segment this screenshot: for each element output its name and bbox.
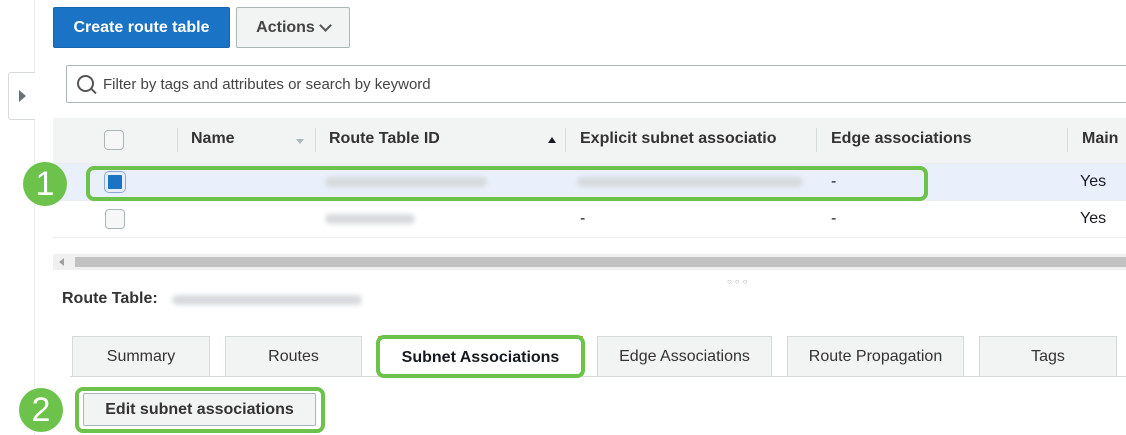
horizontal-scrollbar[interactable] [53,254,1126,270]
chevron-down-icon [318,19,332,32]
tab-route-propagation[interactable]: Route Propagation [787,336,964,376]
column-separator [315,128,316,152]
step-1-badge: 1 [23,162,67,206]
actions-label: Actions [256,18,315,36]
highlight-subnet-tab [376,335,585,378]
expand-panel-button[interactable] [8,72,35,120]
expand-panel-icon [19,90,26,102]
route-table-value-redacted [172,295,362,305]
column-header-main[interactable]: Main [1082,130,1118,148]
column-separator [1067,128,1068,152]
route-table-label: Route Table: [62,290,158,307]
actions-button[interactable]: Actions [236,7,350,48]
highlight-selected-row [86,166,928,201]
table-row[interactable]: - - Yes [53,201,1126,238]
main-cell: Yes [1080,173,1107,190]
column-separator [565,128,566,152]
left-panel-rail [0,0,35,435]
row-checkbox[interactable] [105,209,125,229]
table-header: Name Route Table ID Explicit subnet asso… [53,118,1126,164]
explicit-subnet-cell: - [580,210,586,227]
highlight-edit-button [75,387,325,433]
scrollbar-thumb[interactable] [75,257,1126,267]
column-separator [177,128,178,152]
tab-routes[interactable]: Routes [225,336,362,376]
route-table-id-redacted [325,214,415,224]
sort-icon[interactable] [296,139,304,144]
search-icon [77,75,94,92]
column-header-route-table-id[interactable]: Route Table ID [329,130,440,148]
edge-associations-cell: - [831,210,837,227]
column-header-explicit-subnet[interactable]: Explicit subnet associatio [580,130,777,148]
column-header-edge-associations[interactable]: Edge associations [831,130,972,148]
tabs-divider [70,376,1126,377]
search-input[interactable]: Filter by tags and attributes or search … [66,65,1126,103]
column-separator [816,128,817,152]
sort-asc-icon[interactable] [548,137,556,143]
resize-handle-icon[interactable]: ○○○ [727,277,751,286]
main-cell: Yes [1080,210,1107,227]
tab-summary[interactable]: Summary [72,336,210,376]
column-header-name[interactable]: Name [191,130,235,148]
select-all-checkbox[interactable] [104,130,124,150]
step-2-badge: 2 [19,388,63,432]
tab-edge-associations[interactable]: Edge Associations [597,336,772,376]
search-placeholder: Filter by tags and attributes or search … [103,76,431,93]
scroll-left-icon[interactable] [59,258,64,266]
create-route-table-button[interactable]: Create route table [53,7,230,48]
tab-tags[interactable]: Tags [979,336,1117,376]
